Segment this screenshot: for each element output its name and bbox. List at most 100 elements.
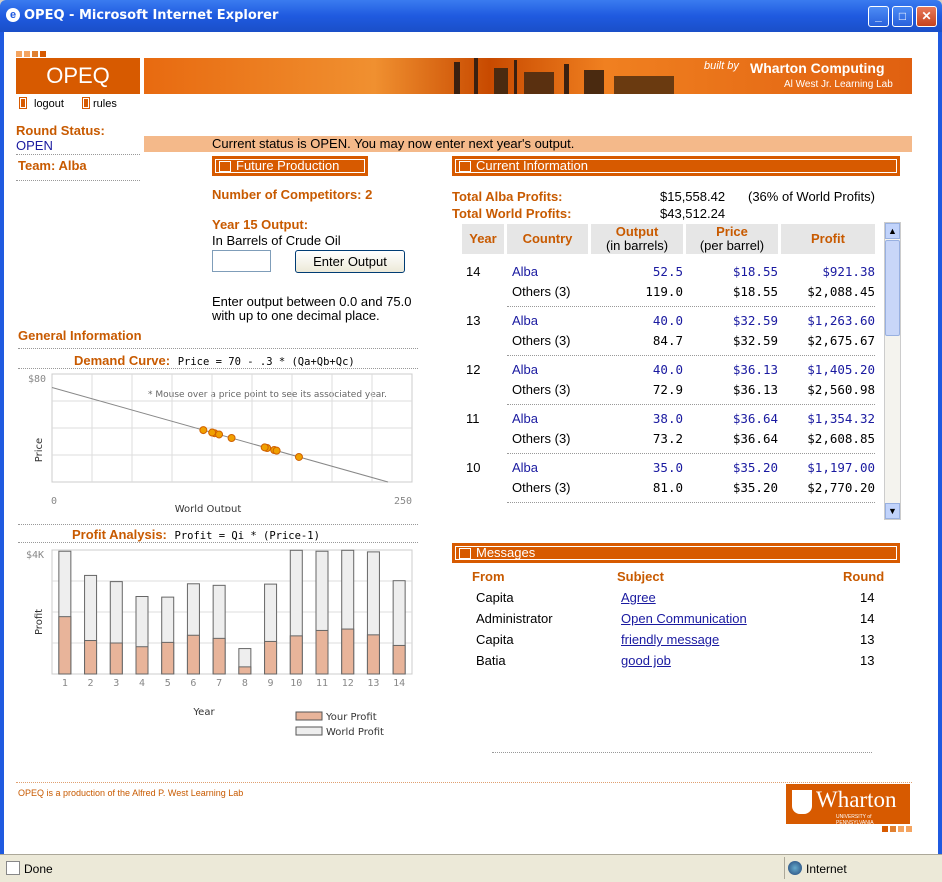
message-subject-link[interactable]: Open Communication bbox=[621, 611, 747, 626]
brand-text: Wharton Computing bbox=[750, 60, 885, 76]
msg-col-from: From bbox=[472, 569, 505, 584]
wharton-logo: Wharton UNIVERSITY of PENNSYLVANIA bbox=[786, 784, 910, 826]
enter-output-button[interactable]: Enter Output bbox=[295, 250, 405, 273]
demand-xlabel: World Output bbox=[175, 504, 242, 512]
price-point[interactable] bbox=[199, 426, 208, 435]
message-subject-link[interactable]: good job bbox=[621, 653, 671, 668]
demand-curve-heading: Demand Curve: Price = 70 - .3 * (Qa+Qb+Q… bbox=[74, 353, 355, 368]
row-price-others: $36.13 bbox=[732, 382, 778, 397]
messages-header: Messages bbox=[452, 543, 900, 563]
scroll-down-icon[interactable]: ▼ bbox=[885, 503, 900, 519]
profit-analysis-heading: Profit Analysis: Profit = Qi * (Price-1) bbox=[72, 527, 320, 542]
row-price-others: $18.55 bbox=[732, 284, 778, 299]
price-point[interactable] bbox=[294, 452, 303, 461]
message-subject-link[interactable]: Agree bbox=[621, 590, 656, 605]
scroll-up-icon[interactable]: ▲ bbox=[885, 223, 900, 239]
profit-ylabel: Profit bbox=[34, 609, 45, 635]
price-point[interactable] bbox=[272, 446, 281, 455]
year-tick: 4 bbox=[139, 678, 145, 689]
price-point[interactable] bbox=[215, 430, 224, 439]
your-profit-bar bbox=[264, 640, 278, 675]
row-country-others: Others (3) bbox=[512, 333, 571, 348]
status-bar: Done Internet bbox=[0, 854, 942, 882]
output-hint-1: Enter output between 0.0 and 75.0 bbox=[212, 294, 412, 309]
message-from: Administrator bbox=[476, 611, 553, 626]
ie-icon: e bbox=[6, 8, 20, 22]
row-price-team: $35.20 bbox=[732, 460, 778, 475]
year-tick: 9 bbox=[268, 678, 274, 689]
row-output-others: 81.0 bbox=[652, 480, 683, 495]
row-output-team: 52.5 bbox=[652, 264, 683, 279]
row-profit-others: $2,088.45 bbox=[807, 284, 875, 299]
history-table: Year Country Output (in barrels) Price (… bbox=[462, 224, 882, 524]
messages-title: Messages bbox=[476, 545, 536, 560]
opeq-logo: OPEQ bbox=[16, 58, 140, 94]
row-output-team: 38.0 bbox=[652, 411, 683, 426]
wharton-logo-text: Wharton bbox=[816, 787, 897, 812]
row-country-others: Others (3) bbox=[512, 382, 571, 397]
row-country-team: Alba bbox=[512, 264, 539, 279]
row-profit-team: $1,354.32 bbox=[807, 411, 875, 426]
banner-image: built by Wharton Computing Al West Jr. L… bbox=[144, 58, 912, 94]
minimize-button[interactable]: _ bbox=[868, 6, 889, 27]
browser-viewport: OPEQ built by Wharton Computing Al West … bbox=[0, 32, 942, 854]
year-tick: 14 bbox=[393, 678, 405, 689]
rules-link[interactable]: rules bbox=[93, 98, 117, 110]
demand-note: * Mouse over a price point to see its as… bbox=[148, 390, 387, 400]
row-country-others: Others (3) bbox=[512, 480, 571, 495]
col-output-label: Output bbox=[615, 224, 659, 239]
your-profit-bar bbox=[109, 642, 123, 675]
close-button[interactable]: ✕ bbox=[916, 6, 937, 27]
output-year-label: Year 15 Output: bbox=[212, 217, 309, 232]
year-tick: 12 bbox=[342, 678, 354, 689]
row-price-team: $18.55 bbox=[732, 264, 778, 279]
scroll-thumb[interactable] bbox=[885, 240, 900, 336]
envelope-icon bbox=[459, 161, 471, 172]
year-tick: 5 bbox=[165, 678, 171, 689]
row-profit-team: $921.38 bbox=[822, 264, 875, 279]
table-row: 14 Alba 52.5 $18.55 $921.38 Others (3) 119.0 $1… bbox=[462, 264, 882, 313]
col-price-sub: (per barrel) bbox=[699, 238, 765, 253]
team-profit-value: $15,558.42 bbox=[660, 189, 726, 204]
message-from: Capita bbox=[476, 590, 514, 605]
message-row: Capita Agree 14 bbox=[472, 590, 882, 610]
envelope-icon bbox=[459, 548, 471, 559]
price-point[interactable] bbox=[227, 434, 236, 443]
round-status-label: Round Status: bbox=[16, 123, 105, 138]
message-row: Batia good job 13 bbox=[472, 653, 882, 673]
row-profit-team: $1,197.00 bbox=[807, 460, 875, 475]
demand-xtick-250: 250 bbox=[394, 496, 412, 507]
row-output-team: 40.0 bbox=[652, 313, 683, 328]
price-point[interactable] bbox=[208, 428, 217, 437]
demand-ylabel: Price bbox=[34, 438, 45, 462]
row-profit-team: $1,263.60 bbox=[807, 313, 875, 328]
wharton-logo-sub: UNIVERSITY of PENNSYLVANIA bbox=[836, 814, 874, 826]
team-profit-share: (36% of World Profits) bbox=[748, 189, 875, 204]
built-by-text: built by bbox=[704, 60, 739, 72]
your-profit-bar bbox=[392, 644, 406, 675]
row-output-others: 73.2 bbox=[652, 431, 683, 446]
year-tick: 6 bbox=[190, 678, 196, 689]
message-subject-link[interactable]: friendly message bbox=[621, 632, 719, 647]
row-output-others: 72.9 bbox=[652, 382, 683, 397]
logout-link[interactable]: logout bbox=[34, 98, 64, 110]
table-row: 11 Alba 38.0 $36.64 $1,354.32 Others (3) 73.2 $… bbox=[462, 411, 882, 460]
maximize-button[interactable]: □ bbox=[892, 6, 913, 27]
your-profit-bar bbox=[212, 637, 226, 675]
message-row: Capita friendly message 13 bbox=[472, 632, 882, 652]
message-round: 14 bbox=[860, 611, 875, 626]
logout-icon bbox=[19, 97, 27, 109]
status-message: Current status is OPEN. You may now ente… bbox=[144, 136, 912, 152]
message-round: 13 bbox=[860, 632, 875, 647]
price-point[interactable] bbox=[260, 443, 269, 452]
output-input[interactable] bbox=[212, 250, 271, 272]
your-profit-bar bbox=[84, 640, 98, 675]
profit-analysis-title: Profit Analysis: bbox=[72, 527, 167, 542]
message-from: Capita bbox=[476, 632, 514, 647]
globe-icon bbox=[788, 861, 802, 875]
history-scrollbar[interactable]: ▲ ▼ bbox=[884, 222, 901, 520]
row-country-team: Alba bbox=[512, 313, 539, 328]
row-country-team: Alba bbox=[512, 362, 539, 377]
team-label: Team: Alba bbox=[18, 158, 87, 173]
window-title: OPEQ - Microsoft Internet Explorer bbox=[24, 8, 279, 23]
